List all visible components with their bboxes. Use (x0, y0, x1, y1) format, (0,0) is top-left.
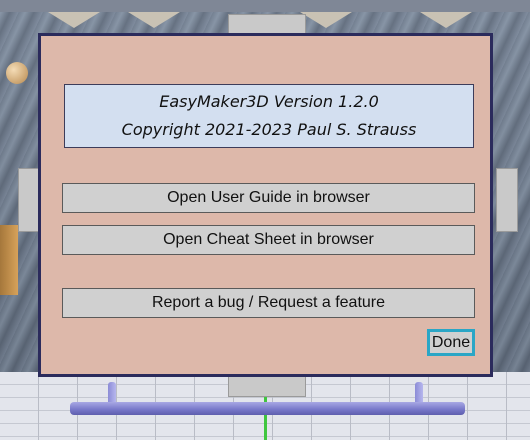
version-text: EasyMaker3D Version 1.2.0 (159, 92, 379, 111)
ceiling-beam (300, 12, 352, 28)
scene-ball (6, 62, 28, 84)
ceiling-beam (420, 12, 472, 28)
ceiling-beam (48, 12, 100, 28)
open-user-guide-button[interactable]: Open User Guide in browser (62, 183, 475, 213)
panel-bottom-handle[interactable] (228, 376, 306, 397)
info-panel: EasyMaker3D Version 1.2.0 Copyright 2021… (38, 33, 493, 377)
panel-right-handle[interactable] (496, 168, 518, 232)
ceiling-beam (128, 12, 180, 28)
scene-ceiling (0, 0, 530, 12)
done-button[interactable]: Done (427, 329, 475, 356)
copyright-text: Copyright 2021-2023 Paul S. Strauss (121, 120, 417, 139)
open-cheat-sheet-button[interactable]: Open Cheat Sheet in browser (62, 225, 475, 255)
about-box: EasyMaker3D Version 1.2.0 Copyright 2021… (64, 84, 474, 148)
report-bug-button[interactable]: Report a bug / Request a feature (62, 288, 475, 318)
scene-shelf (0, 225, 18, 295)
panel-stand (70, 402, 465, 415)
